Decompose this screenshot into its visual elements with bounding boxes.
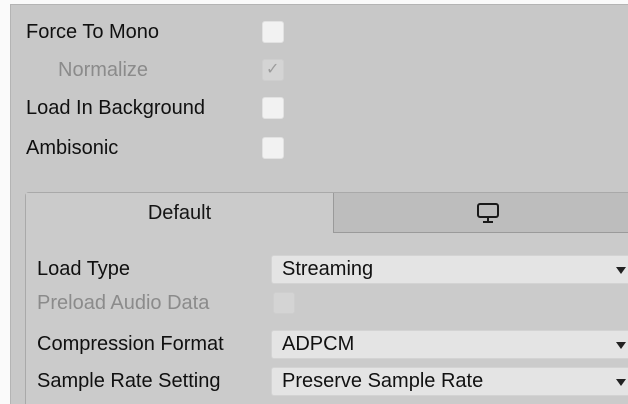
ambisonic-label: Ambisonic <box>26 136 119 159</box>
dropdown-arrow-icon <box>616 342 626 349</box>
normalize-checkbox[interactable]: ✓ <box>262 59 284 81</box>
sample-rate-setting-label: Sample Rate Setting <box>37 369 221 392</box>
sample-rate-setting-row: Sample Rate Setting <box>37 364 220 398</box>
force-to-mono-label: Force To Mono <box>26 20 160 43</box>
load-type-value: Streaming <box>282 258 374 280</box>
normalize-label: Normalize <box>58 58 149 81</box>
compression-format-value: ADPCM <box>282 333 355 355</box>
preload-audio-data-checkbox[interactable] <box>273 292 295 314</box>
normalize-row: Normalize <box>58 53 148 87</box>
load-in-background-label: Load In Background <box>26 96 206 119</box>
monitor-icon <box>477 203 499 223</box>
load-type-dropdown[interactable]: Streaming <box>271 255 628 284</box>
audio-import-settings-panel: Force To Mono Normalize ✓ Load In Backgr… <box>10 4 628 404</box>
compression-format-dropdown[interactable]: ADPCM <box>271 330 628 359</box>
sample-rate-setting-dropdown[interactable]: Preserve Sample Rate <box>271 367 628 396</box>
checkmark-icon: ✓ <box>266 61 280 78</box>
force-to-mono-checkbox[interactable] <box>262 21 284 43</box>
dropdown-arrow-icon <box>616 379 626 386</box>
load-in-background-checkbox[interactable] <box>262 97 284 119</box>
preload-audio-data-row: Preload Audio Data <box>37 286 209 320</box>
ambisonic-checkbox[interactable] <box>262 137 284 159</box>
tab-default[interactable]: Default <box>26 193 334 233</box>
dropdown-arrow-icon <box>616 267 626 274</box>
tab-standalone[interactable] <box>334 193 628 233</box>
preload-audio-data-label: Preload Audio Data <box>37 291 210 314</box>
load-in-background-row: Load In Background <box>26 91 205 125</box>
sample-rate-setting-value: Preserve Sample Rate <box>282 370 484 392</box>
force-to-mono-row: Force To Mono <box>26 15 159 49</box>
ambisonic-row: Ambisonic <box>26 131 118 165</box>
compression-format-label: Compression Format <box>37 332 224 355</box>
load-type-label: Load Type <box>37 257 131 280</box>
load-type-row: Load Type <box>37 252 130 286</box>
compression-format-row: Compression Format <box>37 327 224 361</box>
platform-settings-box: Default Load Type Streaming Preload Audi… <box>25 192 628 404</box>
tab-default-label: Default <box>147 201 212 224</box>
